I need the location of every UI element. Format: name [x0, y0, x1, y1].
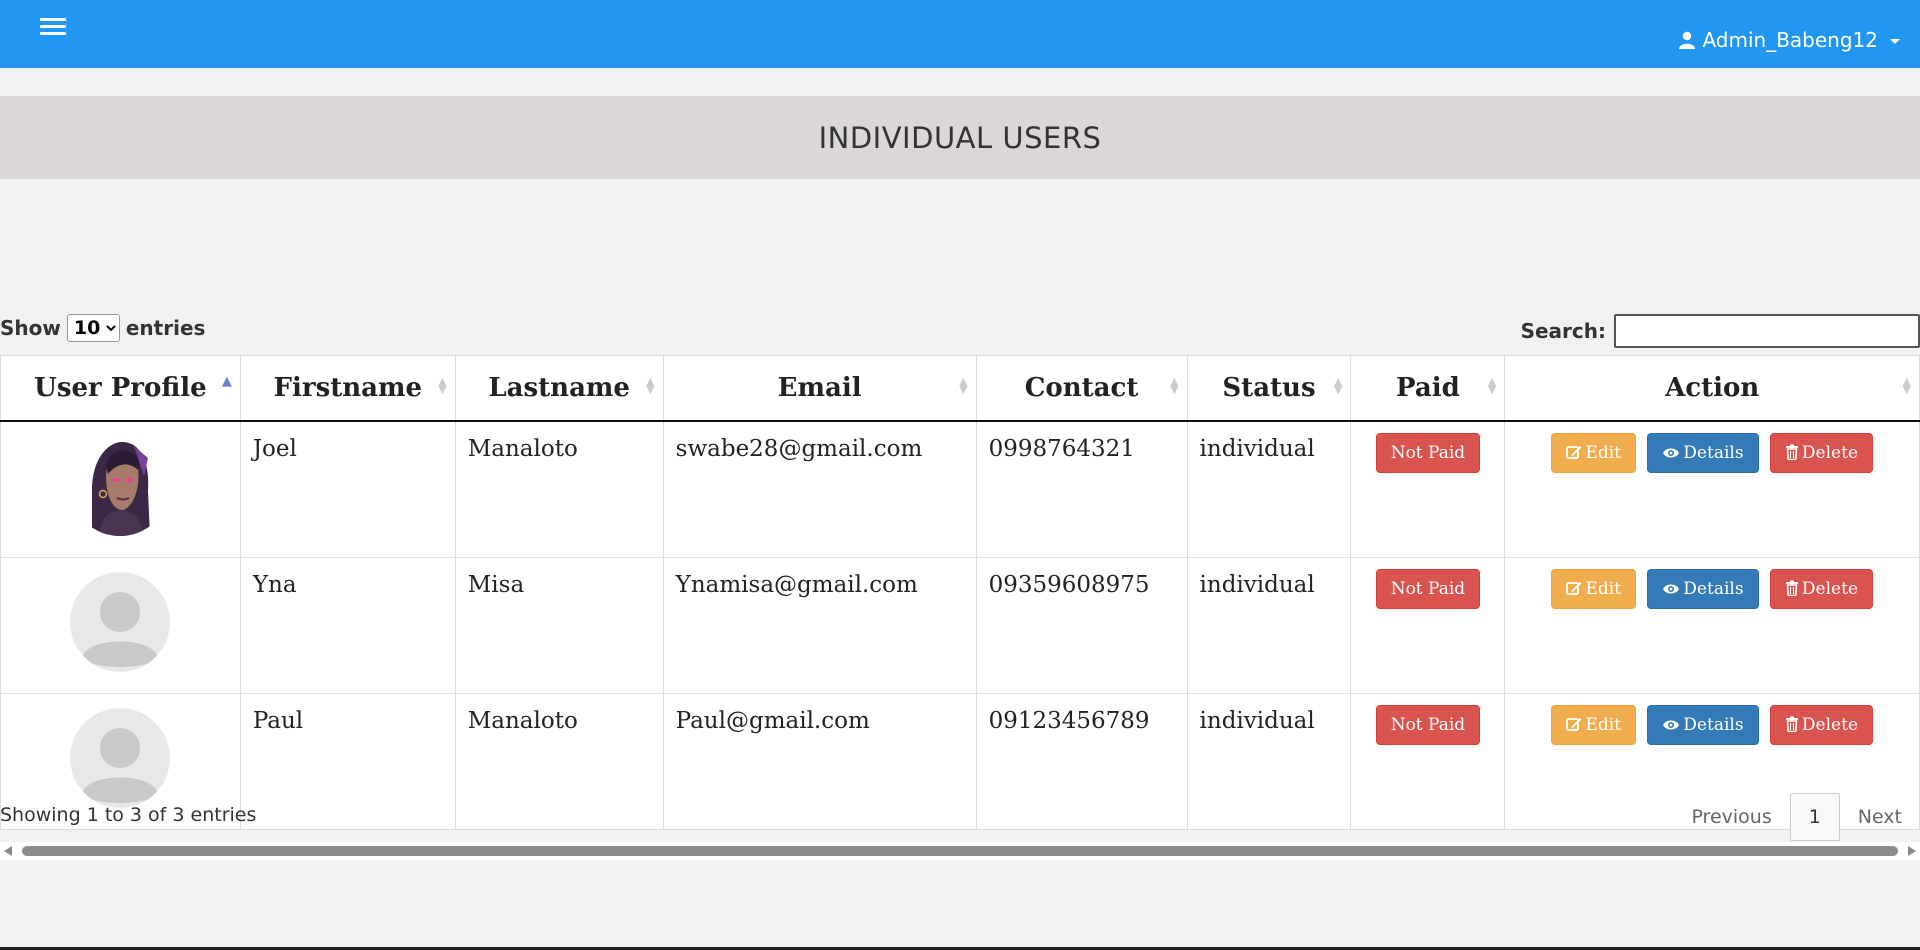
sort-icon: ▲ ▼: [959, 375, 968, 396]
show-label: Show: [0, 316, 61, 340]
column-header-firstname[interactable]: Firstname ▲ ▼: [239, 355, 456, 422]
not-paid-button[interactable]: Not Paid: [1375, 433, 1481, 473]
username-label: Admin_Babeng12: [1702, 28, 1878, 52]
status-cell: individual: [1186, 693, 1352, 830]
contact-cell: 09359608975: [975, 557, 1188, 694]
contact-cell: 0998764321: [975, 420, 1188, 558]
edit-button[interactable]: Edit: [1551, 569, 1636, 609]
avatar[interactable]: [70, 436, 171, 536]
edit-icon: [1566, 446, 1582, 459]
page-number-button[interactable]: 1: [1789, 793, 1840, 841]
lastname-cell: Manaloto: [454, 420, 664, 558]
sort-icon: ▲ ▼: [1902, 375, 1911, 396]
column-header-user-profile[interactable]: User Profile ▲: [0, 355, 241, 422]
user-menu-dropdown[interactable]: Admin_Babeng12: [1678, 28, 1900, 52]
top-navbar: Admin_Babeng12: [0, 0, 1920, 68]
paid-cell: Not Paid: [1350, 420, 1506, 558]
lastname-cell: Manaloto: [454, 693, 664, 830]
details-button[interactable]: Details: [1647, 705, 1759, 745]
edit-button[interactable]: Edit: [1551, 705, 1636, 745]
users-table: User Profile ▲ Firstname ▲ ▼ Lastname ▲ ▼ Ema…: [0, 355, 1920, 830]
avatar-cell: [0, 557, 241, 694]
delete-button[interactable]: Delete: [1769, 705, 1873, 745]
avatar-cell: [0, 420, 241, 558]
eye-icon: [1663, 448, 1680, 458]
search-control: Search:: [1521, 314, 1920, 348]
lastname-cell: Misa: [454, 557, 664, 694]
trash-icon: [1785, 716, 1798, 733]
eye-icon: [1663, 720, 1680, 730]
table-row: Yna Misa Ynamisa@gmail.com 09359608975 i…: [0, 557, 1920, 694]
search-input[interactable]: [1614, 314, 1920, 348]
chevron-down-icon: [1890, 38, 1900, 44]
page-length-select[interactable]: 10: [66, 314, 120, 342]
column-header-paid[interactable]: Paid ▲ ▼: [1350, 355, 1506, 422]
sort-icon: ▲ ▼: [646, 375, 655, 396]
not-paid-button[interactable]: Not Paid: [1375, 569, 1481, 609]
action-cell: Edit Details Delete: [1504, 557, 1920, 694]
scrollbar-thumb[interactable]: [22, 846, 1898, 856]
search-label: Search:: [1520, 319, 1606, 343]
table-info: Showing 1 to 3 of 3 entries: [0, 804, 257, 826]
action-cell: Edit Details Delete: [1504, 420, 1920, 558]
page-title: INDIVIDUAL USERS: [818, 120, 1102, 155]
edit-icon: [1566, 718, 1582, 731]
paid-cell: Not Paid: [1350, 557, 1506, 694]
column-header-contact[interactable]: Contact ▲ ▼: [975, 355, 1188, 422]
page-length-control: Show 10 entries: [0, 314, 205, 342]
trash-icon: [1785, 444, 1798, 461]
email-cell: swabe28@gmail.com: [662, 420, 977, 558]
next-page-button[interactable]: Next: [1840, 806, 1920, 828]
entries-label: entries: [125, 316, 206, 340]
sort-icon: ▲ ▼: [1334, 375, 1343, 396]
email-cell: Paul@gmail.com: [662, 693, 977, 830]
column-header-status[interactable]: Status ▲ ▼: [1186, 355, 1352, 422]
paid-cell: Not Paid: [1350, 693, 1506, 830]
page-header-band: INDIVIDUAL USERS: [0, 96, 1920, 179]
table-row: Joel Manaloto swabe28@gmail.com 09987643…: [0, 420, 1920, 558]
table-row: Paul Manaloto Paul@gmail.com 09123456789…: [0, 693, 1920, 830]
column-header-email[interactable]: Email ▲ ▼: [662, 355, 977, 422]
status-cell: individual: [1186, 420, 1352, 558]
previous-page-button[interactable]: Previous: [1673, 806, 1789, 828]
avatar[interactable]: [70, 572, 171, 672]
delete-button[interactable]: Delete: [1769, 433, 1873, 473]
pagination: Previous 1 Next: [1673, 793, 1920, 841]
edit-icon: [1566, 582, 1582, 595]
edit-button[interactable]: Edit: [1551, 433, 1636, 473]
firstname-cell: Paul: [239, 693, 456, 830]
horizontal-scrollbar[interactable]: [0, 842, 1920, 860]
scroll-right-icon[interactable]: [1908, 846, 1916, 856]
trash-icon: [1785, 580, 1798, 597]
status-cell: individual: [1186, 557, 1352, 694]
user-icon: [1679, 31, 1696, 49]
column-header-action[interactable]: Action ▲ ▼: [1504, 355, 1920, 422]
sort-asc-icon: ▲: [221, 374, 232, 389]
avatar[interactable]: [70, 708, 171, 808]
contact-cell: 09123456789: [975, 693, 1188, 830]
column-header-lastname[interactable]: Lastname ▲ ▼: [454, 355, 664, 422]
firstname-cell: Yna: [239, 557, 456, 694]
firstname-cell: Joel: [239, 420, 456, 558]
email-cell: Ynamisa@gmail.com: [662, 557, 977, 694]
details-button[interactable]: Details: [1647, 569, 1759, 609]
details-button[interactable]: Details: [1647, 433, 1759, 473]
delete-button[interactable]: Delete: [1769, 569, 1873, 609]
sort-icon: ▲ ▼: [1487, 375, 1497, 396]
sort-icon: ▲ ▼: [438, 375, 447, 396]
eye-icon: [1663, 584, 1680, 594]
sort-icon: ▲ ▼: [1170, 375, 1179, 396]
table-header-row: User Profile ▲ Firstname ▲ ▼ Lastname ▲ ▼ Ema…: [0, 355, 1920, 422]
not-paid-button[interactable]: Not Paid: [1375, 705, 1481, 745]
hamburger-icon[interactable]: [40, 14, 66, 40]
scroll-left-icon[interactable]: [4, 846, 12, 856]
